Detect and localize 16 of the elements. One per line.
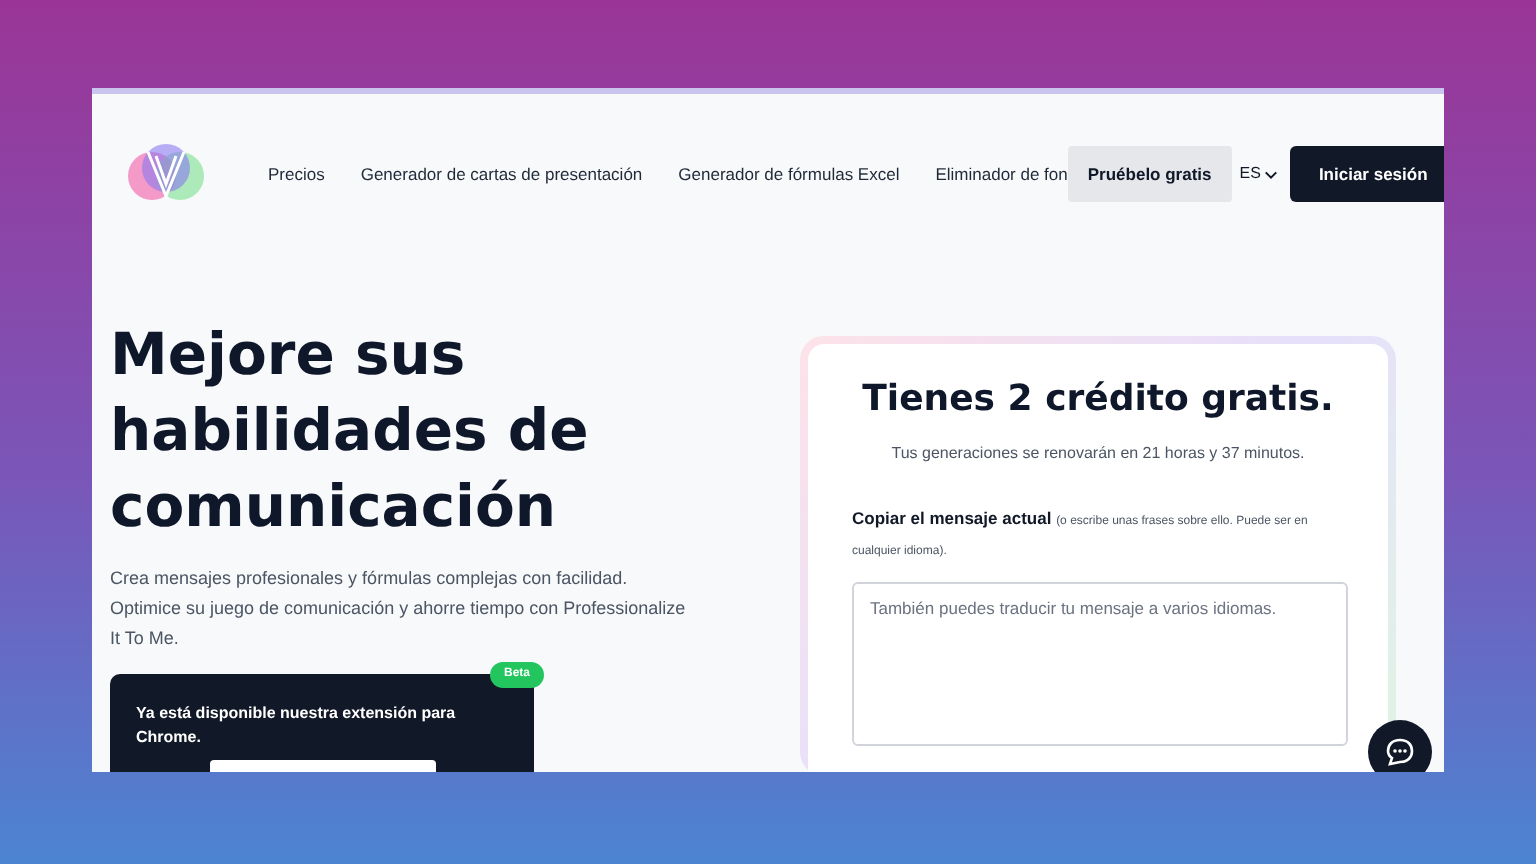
login-button[interactable]: Iniciar sesión bbox=[1290, 146, 1444, 202]
language-selector[interactable]: ES bbox=[1235, 162, 1283, 186]
try-free-button[interactable]: Pruébelo gratis bbox=[1067, 146, 1232, 202]
hero-title: Mejore sus habilidades de comunicación bbox=[110, 318, 591, 544]
hero-description: Crea mensajes profesionales y fórmulas complejas con facilidad. Optimice su juego de comunicación y ahorre tiempo con Professionalize It To Me. bbox=[110, 566, 688, 652]
nav-link[interactable]: Precios bbox=[268, 161, 325, 187]
nav-link[interactable]: Generador de cartas de presentación bbox=[360, 161, 643, 187]
extension-text: Ya está disponible nuestra extensión para Chrome. bbox=[136, 702, 458, 750]
nav-link[interactable]: Eliminador de fon bbox=[935, 161, 1068, 187]
nav-link[interactable]: Generador de fórmulas Excel bbox=[678, 161, 900, 187]
chat-bubble-icon bbox=[1384, 736, 1416, 768]
credits-title: Tienes 2 crédito gratis. bbox=[860, 376, 1336, 424]
chevron-down-icon bbox=[1264, 167, 1279, 181]
message-input[interactable]: También puedes traducir tu mensaje a varios idiomas. bbox=[852, 582, 1348, 746]
chat-button[interactable] bbox=[1368, 720, 1432, 772]
renewal-text: Tus generaciones se renovarán en 21 horas y 37 minutos. bbox=[889, 442, 1307, 466]
